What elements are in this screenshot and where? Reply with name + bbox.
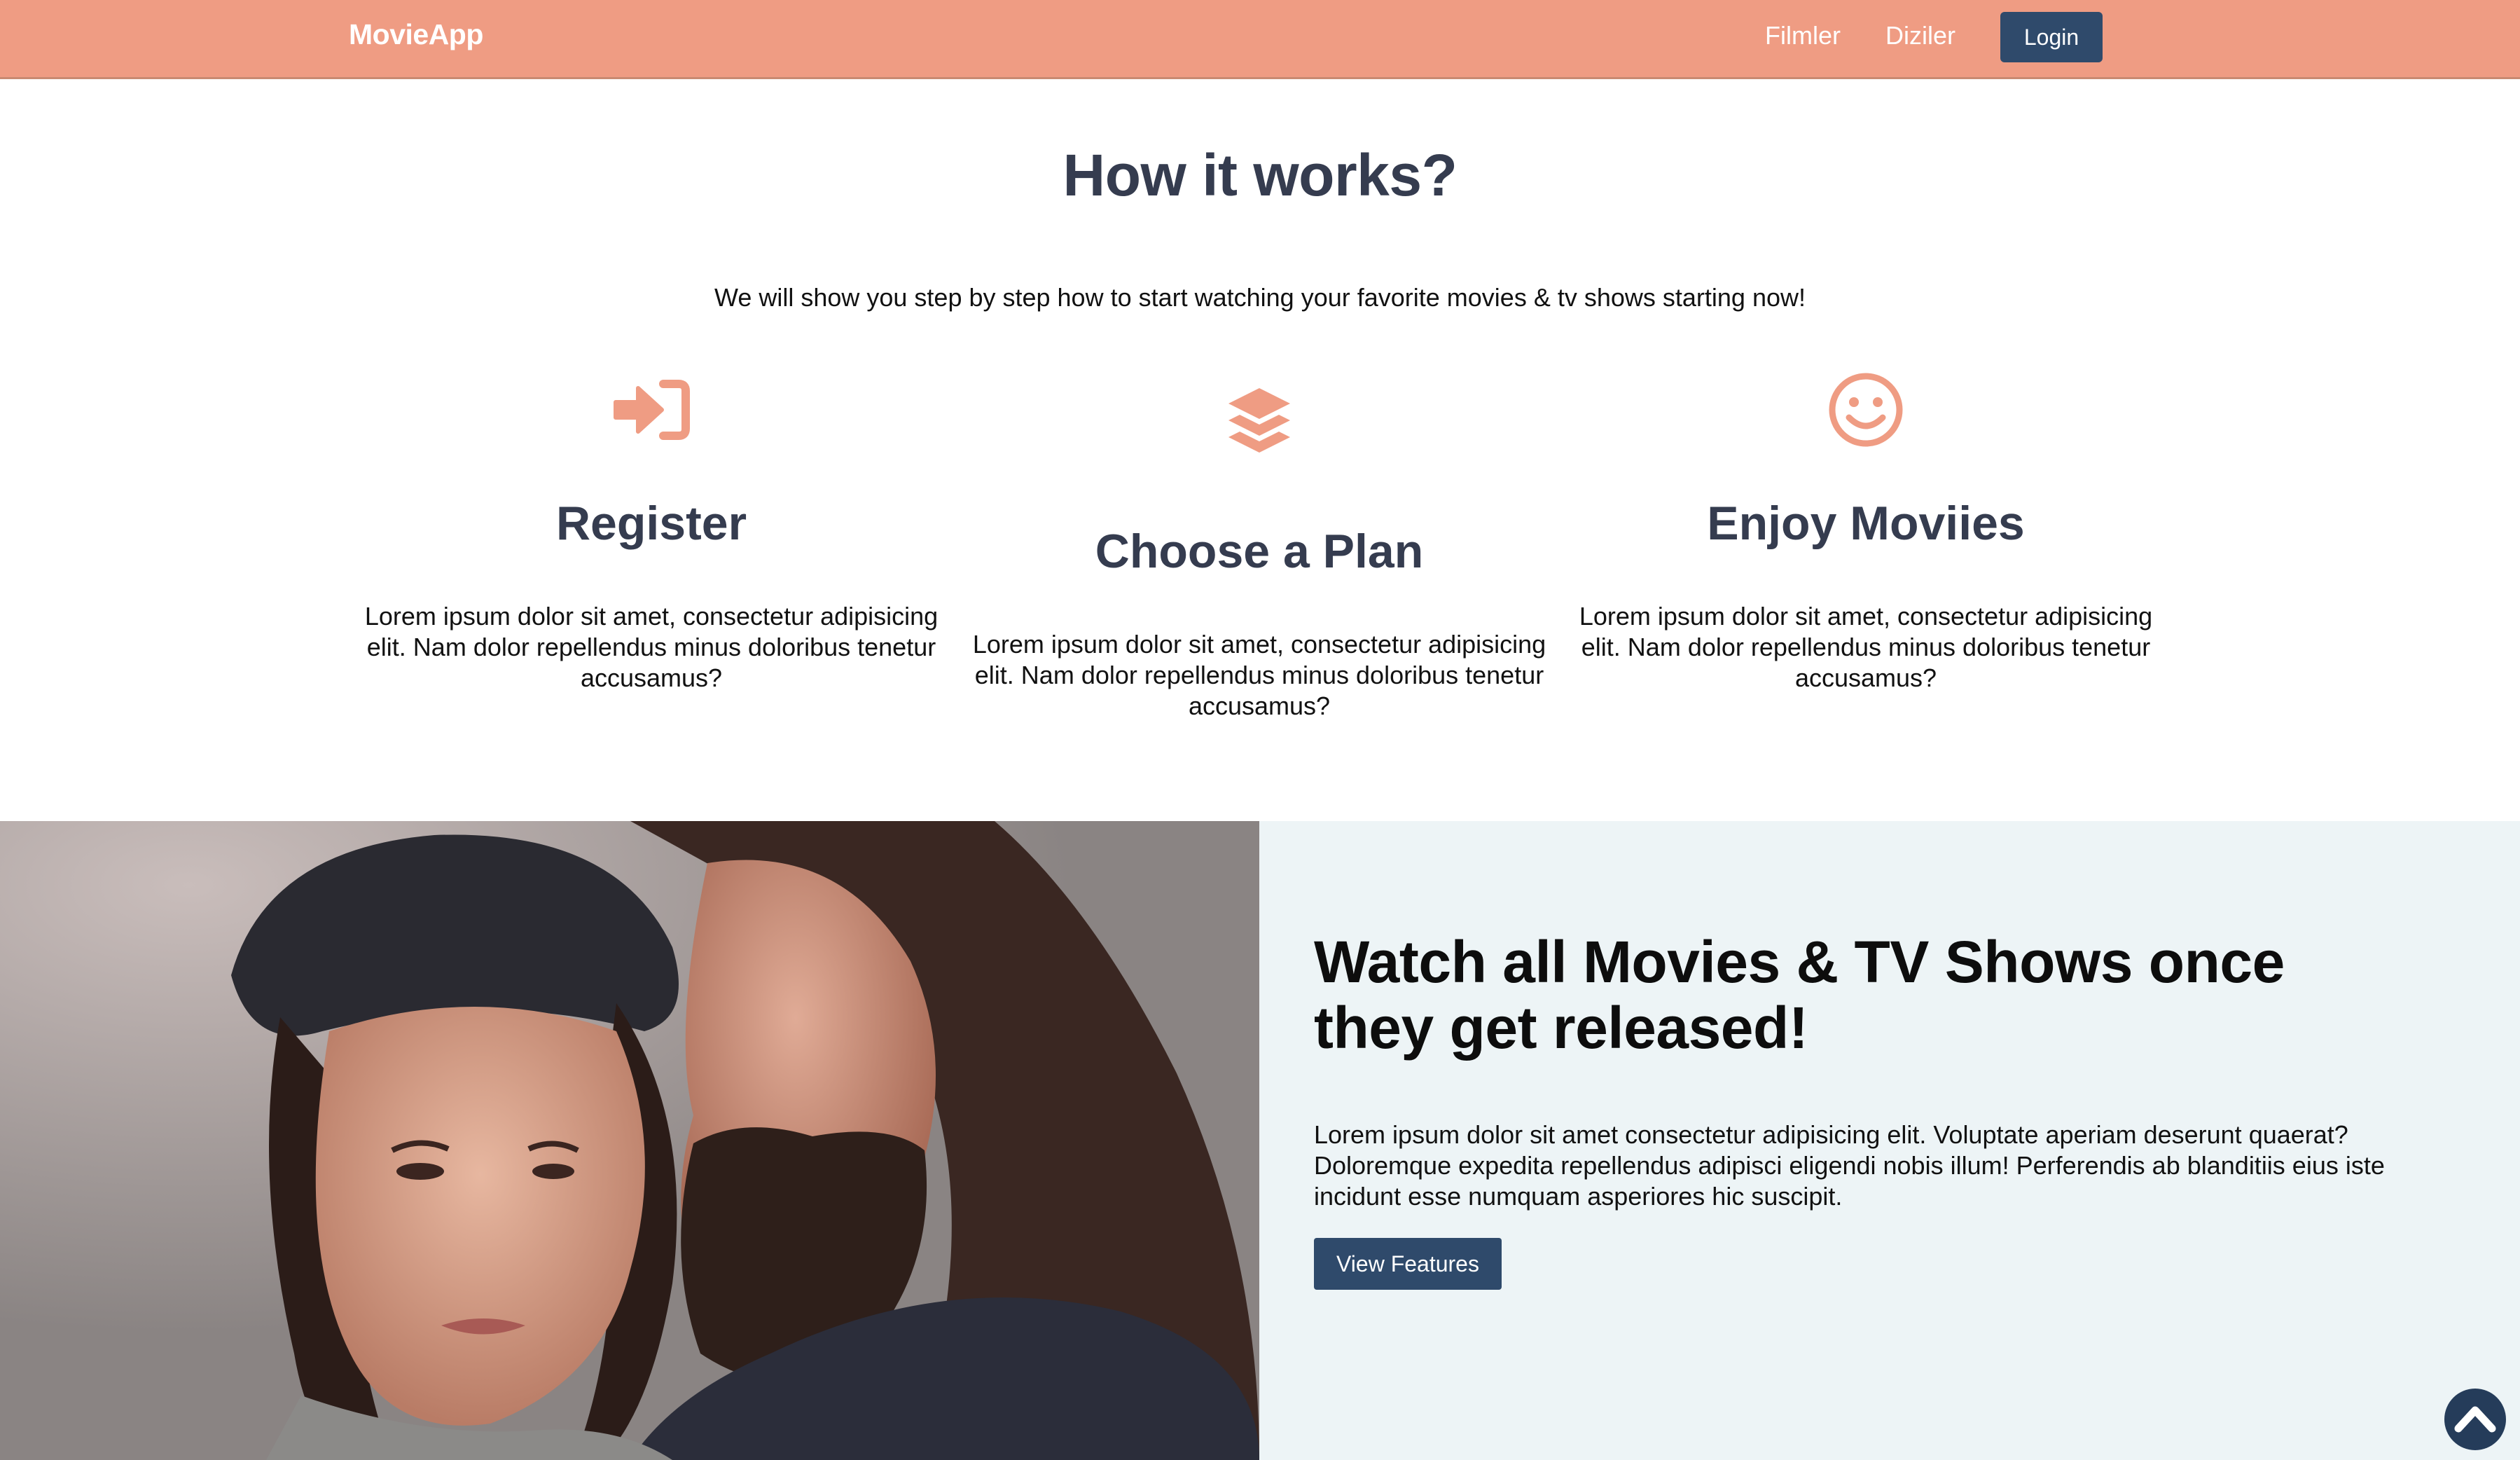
step-text: Lorem ipsum dolor sit amet, consectetur … bbox=[364, 602, 939, 692]
watch-title: Watch all Movies & TV Shows once they ge… bbox=[1314, 929, 2285, 1061]
nav-link-diziler[interactable]: Diziler bbox=[1885, 21, 1955, 50]
smile-icon bbox=[1574, 371, 2157, 448]
step-title: Enjoy Moviies bbox=[1707, 497, 2025, 550]
navbar: MovieApp Filmler Diziler Login bbox=[0, 0, 2520, 79]
step-title: Register bbox=[555, 497, 747, 550]
scroll-top-button[interactable] bbox=[2444, 1389, 2506, 1450]
couple-photo bbox=[0, 821, 1259, 1460]
step-text: Lorem ipsum dolor sit amet, consectetur … bbox=[972, 630, 1546, 720]
section-title: How it works? bbox=[1062, 142, 1458, 208]
layers-icon bbox=[968, 385, 1551, 458]
step-title: Choose a Plan bbox=[1095, 525, 1424, 578]
step-enjoy-movies: Enjoy Moviies Lorem ipsum dolor sit amet… bbox=[1574, 371, 2157, 694]
section-subtitle: We will show you step by step how to sta… bbox=[714, 283, 1806, 312]
view-features-button[interactable]: View Features bbox=[1314, 1238, 1502, 1290]
brand-logo[interactable]: MovieApp bbox=[349, 18, 483, 51]
step-text: Lorem ipsum dolor sit amet, consectetur … bbox=[1579, 602, 2153, 692]
watch-text: Lorem ipsum dolor sit amet consectetur a… bbox=[1314, 1120, 2385, 1211]
login-button[interactable]: Login bbox=[2000, 12, 2103, 62]
sign-in-icon bbox=[360, 378, 943, 441]
step-register: Register Lorem ipsum dolor sit amet, con… bbox=[360, 371, 943, 694]
chevron-up-icon bbox=[2454, 1406, 2496, 1433]
step-choose-plan: Choose a Plan Lorem ipsum dolor sit amet… bbox=[968, 385, 1551, 722]
nav-link-filmler[interactable]: Filmler bbox=[1765, 21, 1841, 50]
